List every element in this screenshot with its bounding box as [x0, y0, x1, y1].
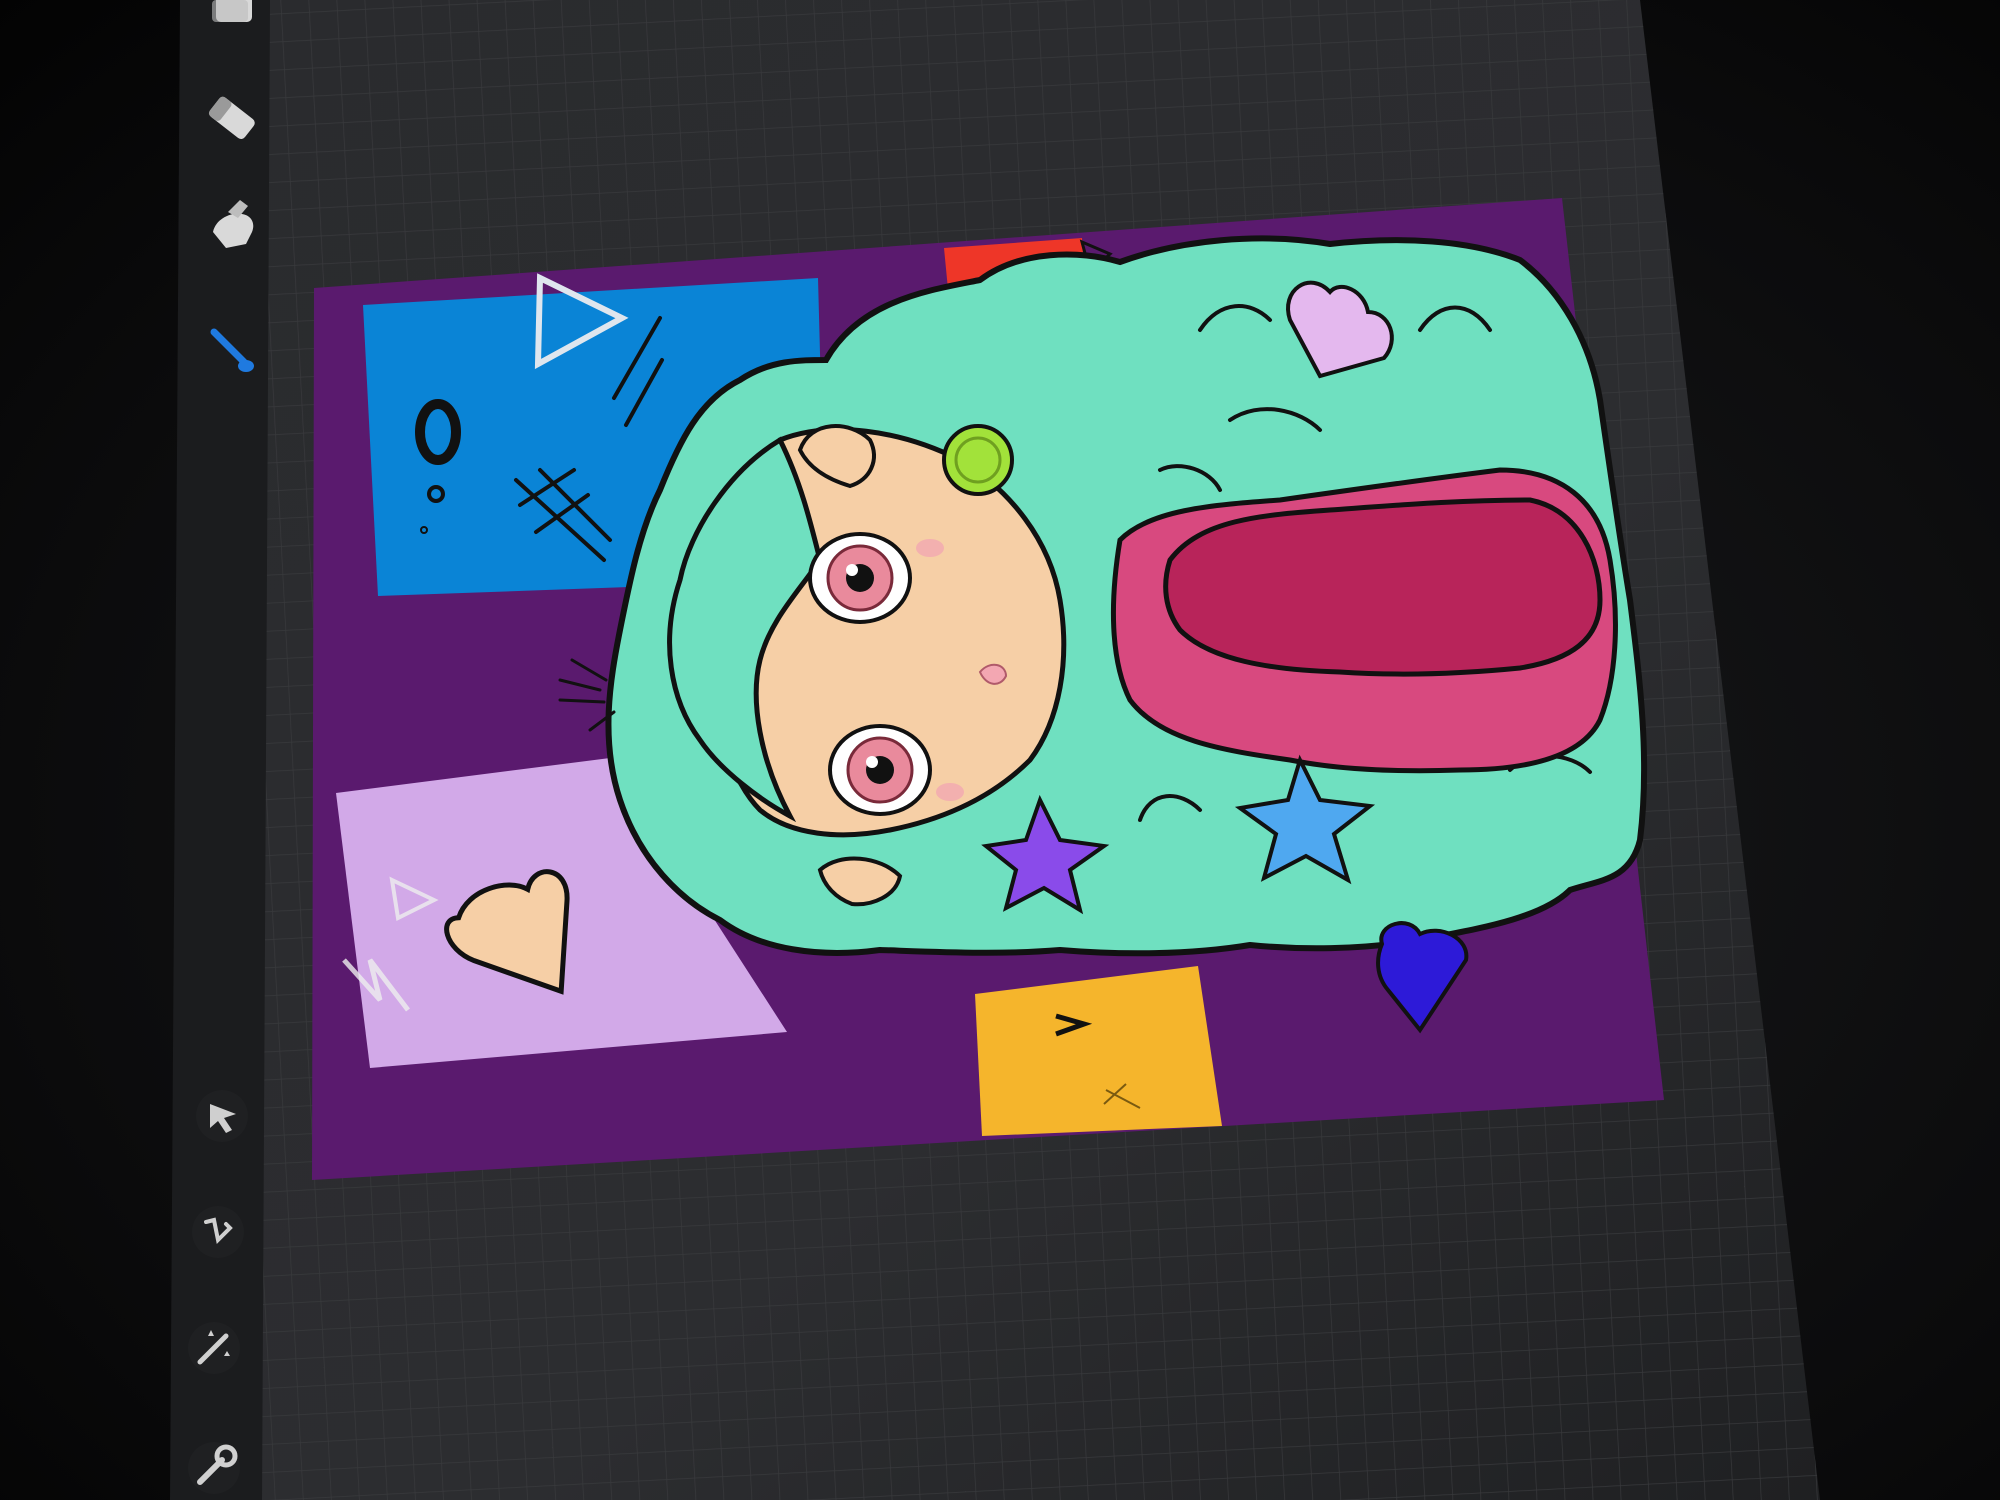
eye-top: [808, 532, 912, 624]
shirt: [1110, 467, 1618, 774]
adjustments-icon[interactable]: [188, 1322, 240, 1374]
blush-bottom: [936, 783, 964, 801]
photo-scene: [0, 0, 2000, 1500]
transform-icon[interactable]: [192, 1206, 244, 1258]
cursor-icon[interactable]: [196, 1090, 248, 1142]
ipad-screen: [170, 0, 1820, 1500]
artwork-canvas[interactable]: [312, 198, 1664, 1180]
blush-top: [916, 539, 944, 557]
earring: [942, 424, 1014, 496]
wrench-icon[interactable]: [188, 1442, 240, 1494]
eye-bottom: [828, 724, 932, 816]
layers-icon[interactable]: [212, 0, 252, 22]
yellow-panel: [975, 966, 1222, 1136]
